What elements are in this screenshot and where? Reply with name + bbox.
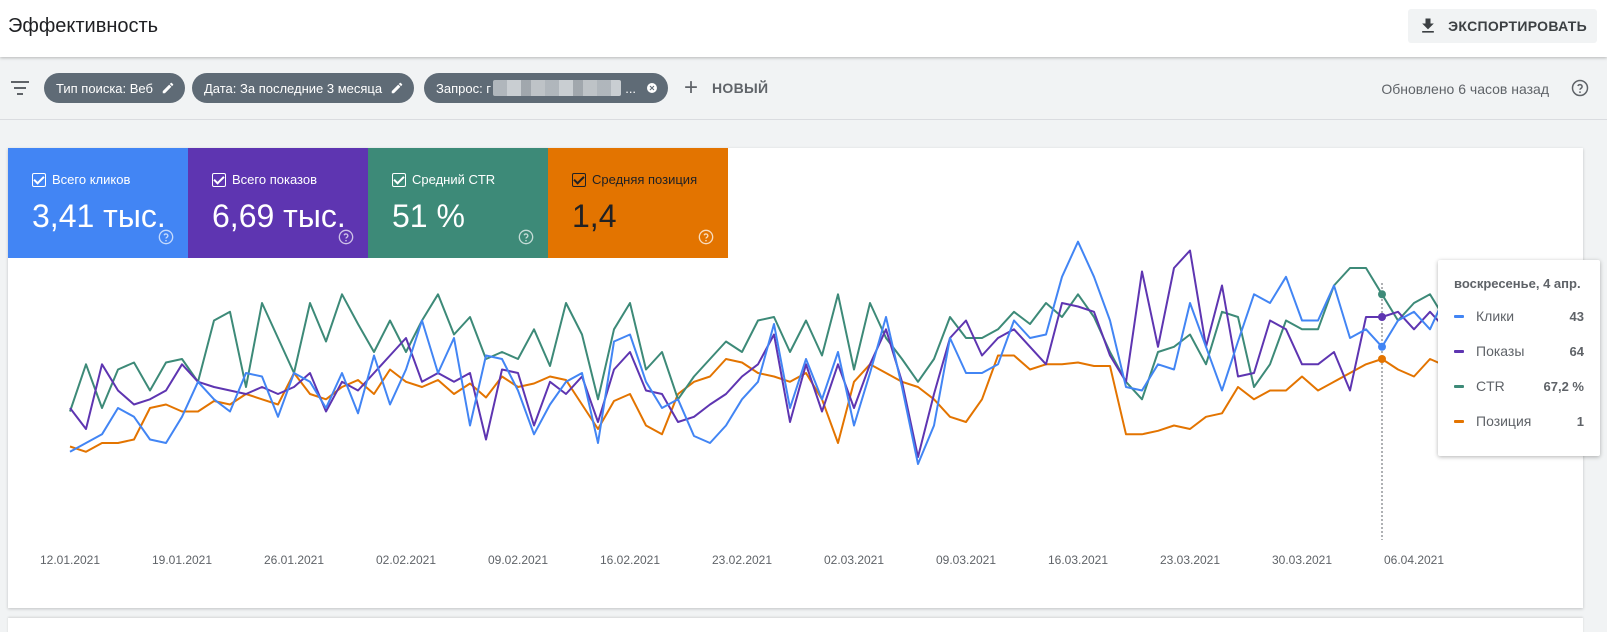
series-line-clicks [69, 240, 1479, 465]
updated-status: Обновлено 6 часов назад [1381, 81, 1549, 97]
performance-chart[interactable]: 12.01.2021 19.01.2021 26.01.2021 02.02.2021… [8, 148, 1583, 608]
tooltip-label: Показы [1476, 343, 1525, 359]
filter-chip-search-type[interactable]: Тип поиска: Веб [44, 73, 185, 103]
close-circle-icon[interactable] [646, 81, 658, 95]
legend-swatch [1454, 419, 1464, 423]
filter-bar: Тип поиска: Веб Дата: За последние 3 мес… [0, 57, 1607, 120]
x-tick-label: 06.04.2021 [1384, 553, 1444, 567]
new-filter-button[interactable]: + НОВЫЙ [684, 75, 768, 101]
x-tick-label: 23.02.2021 [712, 553, 772, 567]
tooltip-row-position: Позиция 1 [1454, 413, 1584, 429]
tooltip-row-ctr: CTR 67,2 % [1454, 378, 1584, 394]
tooltip-value: 67,2 % [1543, 378, 1584, 394]
edit-icon[interactable] [390, 81, 404, 95]
filter-chip-date[interactable]: Дата: За последние 3 месяца [192, 73, 415, 103]
x-tick-label: 02.02.2021 [376, 553, 436, 567]
tooltip-value: 43 [1569, 308, 1584, 324]
performance-card: Всего кликов 3,41 тыс. Всего показов 6,6… [8, 148, 1600, 608]
export-button[interactable]: ЭКСПОРТИРОВАТЬ [1408, 9, 1597, 43]
chip-ellipsis: ... [625, 80, 637, 96]
next-card [8, 618, 1583, 632]
x-tick-label: 02.03.2021 [824, 553, 884, 567]
x-tick-label: 26.01.2021 [264, 553, 324, 567]
chip-label: Дата: За последние 3 месяца [204, 80, 383, 96]
x-tick-label: 19.01.2021 [152, 553, 212, 567]
page-title: Эффективность [8, 15, 159, 37]
tooltip-row-impressions: Показы 64 [1454, 343, 1584, 359]
plus-icon: + [684, 74, 699, 101]
filter-chip-query[interactable]: Запрос: г ... [424, 73, 668, 103]
download-icon [1422, 18, 1434, 33]
legend-swatch [1454, 384, 1464, 388]
tooltip-value: 1 [1576, 413, 1584, 429]
highlight-point-clicks [1378, 342, 1386, 351]
legend-swatch [1454, 349, 1464, 353]
tooltip-label: Клики [1476, 308, 1515, 324]
tooltip-label: CTR [1476, 378, 1505, 394]
highlight-point-ctr [1378, 290, 1386, 299]
series-line-impressions [69, 249, 1479, 458]
tooltip-label: Позиция [1476, 413, 1532, 429]
export-label: ЭКСПОРТИРОВАТЬ [1448, 18, 1587, 34]
tooltip-row-clicks: Клики 43 [1454, 308, 1584, 324]
filter-icon[interactable] [10, 79, 30, 97]
app-header: Эффективность ЭКСПОРТИРОВАТЬ [0, 0, 1607, 57]
x-tick-label: 16.02.2021 [600, 553, 660, 567]
help-icon[interactable] [1571, 79, 1589, 97]
x-tick-label: 23.03.2021 [1160, 553, 1220, 567]
redacted-query [493, 80, 622, 96]
tooltip-date: воскресенье, 4 апр. [1454, 276, 1581, 291]
x-tick-label: 09.03.2021 [936, 553, 996, 567]
new-filter-label: НОВЫЙ [712, 80, 769, 96]
x-tick-label: 09.02.2021 [488, 553, 548, 567]
x-tick-label: 30.03.2021 [1272, 553, 1332, 567]
chip-label: Запрос: г [436, 80, 492, 96]
chart-tooltip: воскресенье, 4 апр. Клики 43 Показы 64 C… [1438, 260, 1600, 456]
legend-swatch [1454, 314, 1464, 318]
chip-label: Тип поиска: Веб [56, 80, 153, 96]
x-tick-label: 16.03.2021 [1048, 553, 1108, 567]
edit-icon[interactable] [161, 81, 175, 95]
tooltip-value: 64 [1569, 343, 1584, 359]
highlight-point-position [1378, 355, 1386, 363]
highlight-point-impressions [1378, 313, 1386, 321]
x-tick-label: 12.01.2021 [40, 553, 100, 567]
